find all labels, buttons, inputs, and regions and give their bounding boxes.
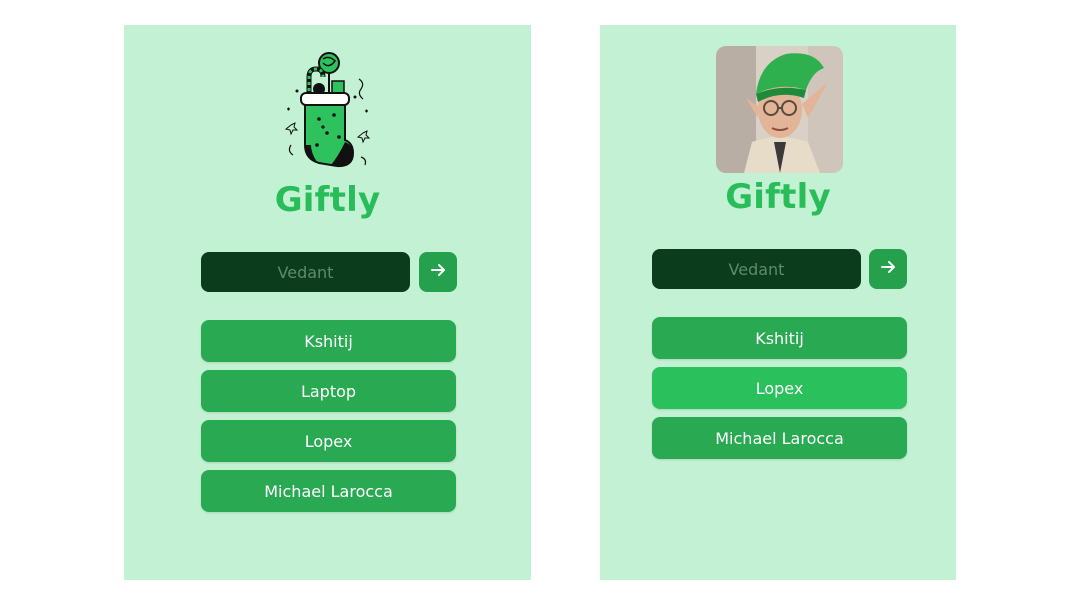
brand-title: Giftly [274,180,381,220]
christmas-stocking-icon [279,49,375,175]
submit-button[interactable] [419,252,457,292]
list-item[interactable]: Kshitij [201,320,456,362]
result-list: Kshitij Laptop Lopex Michael Larocca [201,320,456,520]
brand-title: Giftly [725,177,831,217]
list-item[interactable]: Lopex [201,420,456,462]
arrow-right-icon [429,261,447,283]
list-item-hovered[interactable]: Lopex [652,367,907,409]
app-panel-right: Giftly Kshitij Lopex Michael Larocca [600,25,956,580]
name-input[interactable] [652,249,861,289]
submit-button[interactable] [869,249,907,289]
list-item[interactable]: Michael Larocca [652,417,907,459]
list-item[interactable]: Michael Larocca [201,470,456,512]
elf-photo [716,46,843,173]
arrow-right-icon [879,258,897,280]
list-item[interactable]: Kshitij [652,317,907,359]
name-input[interactable] [201,252,410,292]
result-list: Kshitij Lopex Michael Larocca [652,317,907,467]
list-item[interactable]: Laptop [201,370,456,412]
app-panel-left: Giftly Kshitij Laptop Lopex Michael Laro… [124,25,531,580]
